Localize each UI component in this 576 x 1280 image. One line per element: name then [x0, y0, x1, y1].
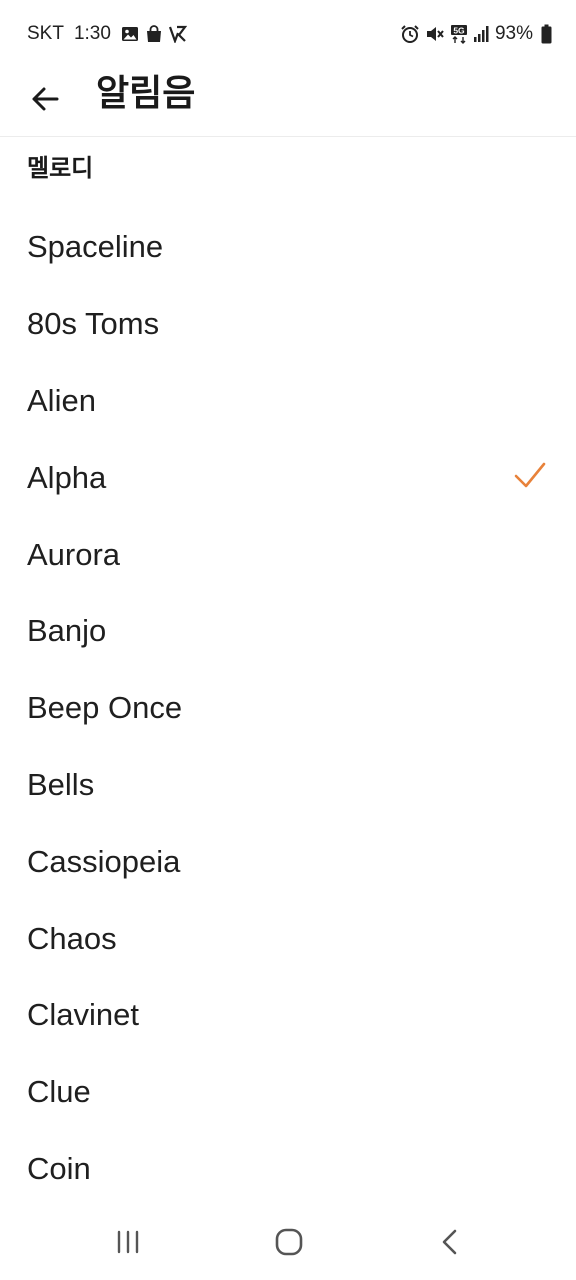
shopping-bag-icon	[146, 25, 161, 42]
battery-icon	[541, 24, 552, 44]
sound-label: Spaceline	[27, 229, 164, 265]
5g-icon: 5G	[450, 25, 467, 44]
signal-icon	[473, 26, 489, 42]
sound-item[interactable]: Alien	[0, 363, 576, 440]
sound-label: Alpha	[27, 459, 107, 495]
app-notification-icon	[168, 25, 187, 43]
mute-icon	[426, 27, 444, 41]
section-header: 멜로디	[27, 154, 94, 182]
sound-label: Beep Once	[27, 690, 183, 726]
status-left: SKT 1:30	[27, 21, 193, 47]
svg-text:5G: 5G	[453, 26, 465, 36]
sound-item[interactable]: Aurora	[0, 516, 576, 593]
clock: 1:30	[73, 23, 111, 44]
home-button[interactable]	[259, 1222, 319, 1262]
sound-item[interactable]: Coin	[0, 1131, 576, 1208]
image-icon	[121, 27, 138, 41]
sound-item[interactable]: Banjo	[0, 593, 576, 670]
sound-label: 80s Toms	[27, 306, 160, 342]
sound-item[interactable]: Beep Once	[0, 670, 576, 747]
home-icon	[275, 1228, 303, 1256]
status-right: 5G 93%	[395, 21, 552, 47]
alarm-icon	[401, 25, 419, 43]
back-icon	[442, 1229, 457, 1255]
sound-item[interactable]: Bells	[0, 747, 576, 824]
carrier-label: SKT	[27, 23, 64, 44]
sound-label: Clavinet	[27, 997, 139, 1033]
recent-apps-icon	[117, 1230, 139, 1254]
sound-label: Chaos	[27, 920, 117, 956]
sound-item[interactable]: Spaceline	[0, 209, 576, 286]
back-button[interactable]	[20, 74, 70, 124]
navigation-bar	[0, 1210, 576, 1280]
app-bar: 알림음	[0, 66, 576, 137]
sound-item[interactable]: Clue	[0, 1054, 576, 1131]
sound-item[interactable]: Cassiopeia	[0, 823, 576, 900]
sound-label: Clue	[27, 1074, 91, 1110]
sound-item[interactable]: Clavinet	[0, 977, 576, 1054]
check-icon	[514, 463, 546, 488]
arrow-left-icon	[32, 87, 59, 111]
sound-label: Aurora	[27, 536, 121, 572]
sound-label: Cassiopeia	[27, 843, 181, 879]
sound-label: Alien	[27, 382, 96, 418]
nav-back-button[interactable]	[420, 1222, 480, 1262]
sound-label: Bells	[27, 766, 95, 802]
recent-apps-button[interactable]	[98, 1222, 158, 1262]
sound-item[interactable]: Alpha	[0, 439, 576, 516]
sound-label: Banjo	[27, 613, 107, 649]
status-bar: SKT 1:30 5G 93%	[0, 0, 576, 66]
sound-item[interactable]: Chaos	[0, 900, 576, 977]
battery-percent: 93%	[494, 23, 533, 44]
sound-item[interactable]: 80s Toms	[0, 286, 576, 363]
sound-list: Spaceline 80s Toms Alien Alpha Aurora Ba…	[0, 209, 576, 1207]
page-title: 알림음	[96, 73, 196, 114]
sound-label: Coin	[27, 1150, 91, 1186]
